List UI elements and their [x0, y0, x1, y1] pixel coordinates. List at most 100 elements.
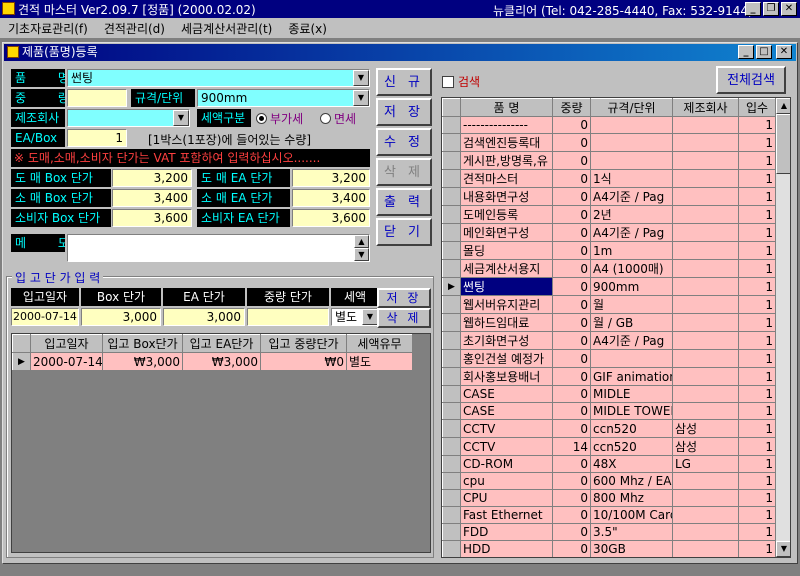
menu-tax-invoice[interactable]: 세금계산서관리(t): [173, 20, 280, 37]
restore-button[interactable]: ❐: [763, 2, 779, 16]
consumer-box-input[interactable]: 3,600: [112, 209, 192, 227]
table-row[interactable]: CD-ROM 0 48X LG 1: [442, 455, 776, 473]
table-row[interactable]: 세금계산서용지 0 A4 (1000매) 1: [442, 259, 776, 278]
table-row[interactable]: HUB05 user 1: [443, 558, 776, 559]
table-row[interactable]: CASE 0 MIDLE 1: [442, 385, 776, 403]
wholesale-ea-input[interactable]: 3,200: [292, 169, 370, 187]
table-row[interactable]: ▶ 썬팅 0 900mm 1: [442, 277, 776, 296]
product-col-name[interactable]: 품 명: [460, 98, 553, 117]
row-selector[interactable]: [442, 151, 461, 170]
spec-combo[interactable]: 900mm ▼: [197, 89, 370, 107]
price-ea-input[interactable]: 3,000: [163, 308, 245, 326]
row-pointer-icon[interactable]: ▶: [442, 277, 461, 296]
table-row[interactable]: 메인화면구성 0 A4기준 / Pag 1: [442, 223, 776, 242]
product-grid[interactable]: 품 명 중량 규격/단위 제조회사 입수 --------------- 0 1 검색…: [441, 97, 791, 558]
price-date-input[interactable]: 2000-07-14: [11, 308, 79, 326]
tax-radio-taxable[interactable]: 부가세: [256, 110, 303, 127]
search-checkbox[interactable]: 검색: [442, 73, 480, 90]
child-minimize-button[interactable]: _: [738, 45, 754, 59]
row-selector[interactable]: [442, 313, 461, 332]
row-selector[interactable]: [442, 241, 461, 260]
table-row[interactable]: HDD 0 30GB 1: [442, 540, 776, 557]
scroll-up-icon[interactable]: ▲: [776, 98, 790, 114]
scroll-thumb[interactable]: [776, 114, 790, 174]
scroll-down-icon[interactable]: ▼: [776, 541, 790, 557]
row-selector[interactable]: [442, 402, 461, 420]
table-row[interactable]: CCTV 0 ccn520 삼성 1: [442, 419, 776, 438]
row-selector[interactable]: [442, 455, 461, 473]
product-col-spec[interactable]: 규격/단위: [590, 98, 673, 117]
tax-radio-exempt[interactable]: 면세: [320, 110, 356, 127]
menu-exit[interactable]: 종료(x): [280, 20, 335, 37]
search-all-button[interactable]: 전체검색: [716, 66, 786, 94]
table-row[interactable]: 검색엔진등록대 0 1: [442, 133, 776, 152]
save-button[interactable]: 저 장: [376, 98, 432, 126]
child-close-button[interactable]: ✕: [776, 45, 792, 59]
table-row[interactable]: 게시판,방명록,유 0 1: [442, 151, 776, 170]
row-selector[interactable]: [442, 472, 461, 490]
menu-estimate[interactable]: 견적관리(d): [96, 20, 173, 37]
table-row[interactable]: 웹서버유지관리 0 월 1: [442, 295, 776, 314]
row-selector[interactable]: [442, 187, 461, 206]
chevron-down-icon[interactable]: ▼: [353, 90, 369, 106]
chevron-down-icon[interactable]: ▼: [173, 110, 189, 126]
close-form-button[interactable]: 닫 기: [376, 218, 432, 246]
new-button[interactable]: 신 규: [376, 68, 432, 96]
row-selector[interactable]: [442, 437, 461, 456]
table-row[interactable]: 도메인등록 0 2년 1: [442, 205, 776, 224]
price-delete-button[interactable]: 삭 제: [377, 308, 431, 328]
table-row[interactable]: 초기화면구성 0 A4기준 / Pag 1: [442, 331, 776, 350]
chevron-down-icon[interactable]: ▼: [362, 309, 378, 325]
row-selector[interactable]: [442, 349, 461, 368]
row-selector[interactable]: [442, 169, 461, 188]
print-button[interactable]: 출 력: [376, 188, 432, 216]
row-selector[interactable]: [442, 419, 461, 438]
row-selector[interactable]: [442, 540, 461, 557]
row-selector[interactable]: [442, 367, 461, 386]
weight-input[interactable]: [67, 89, 127, 107]
consumer-ea-input[interactable]: 3,600: [292, 209, 370, 227]
table-row[interactable]: 회사홍보용배너 0 GIF animation 1: [442, 367, 776, 386]
row-selector[interactable]: [442, 523, 461, 541]
row-selector[interactable]: [442, 506, 461, 524]
row-selector[interactable]: [442, 385, 461, 403]
product-col-qty[interactable]: 입수: [738, 98, 776, 117]
row-selector[interactable]: [442, 259, 461, 278]
row-selector[interactable]: [443, 558, 461, 559]
product-col-weight[interactable]: 중량: [552, 98, 591, 117]
child-maximize-button[interactable]: □: [756, 45, 772, 59]
product-grid-scrollbar[interactable]: ▲ ▼: [775, 98, 790, 557]
wholesale-box-input[interactable]: 3,200: [112, 169, 192, 187]
name-combo[interactable]: 썬팅 ▼: [67, 69, 370, 87]
chevron-down-icon[interactable]: ▼: [353, 70, 369, 86]
table-row[interactable]: FDD 0 3.5" 1: [442, 523, 776, 541]
maker-combo[interactable]: ▼: [67, 109, 190, 127]
table-row[interactable]: cpu 0 600 Mhz / EA 1: [442, 472, 776, 490]
retail-ea-input[interactable]: 3,400: [292, 189, 370, 207]
grid-col-box[interactable]: 입고 Box단가: [102, 334, 183, 353]
retail-box-input[interactable]: 3,400: [112, 189, 192, 207]
price-weight-input[interactable]: [247, 308, 329, 326]
grid-col-ea[interactable]: 입고 EA단가: [182, 334, 261, 353]
product-col-maker[interactable]: 제조회사: [672, 98, 739, 117]
row-selector[interactable]: [442, 331, 461, 350]
table-row[interactable]: CPU 0 800 Mhz 1: [442, 489, 776, 507]
table-row[interactable]: Fast Ethernet 0 10/100M Card 1: [442, 506, 776, 524]
memo-scrollbar[interactable]: ▲ ▼: [354, 235, 369, 261]
table-row[interactable]: CASE 0 MIDLE TOWER 1: [442, 402, 776, 420]
scroll-down-icon[interactable]: ▼: [354, 248, 369, 261]
scroll-up-icon[interactable]: ▲: [354, 235, 369, 248]
row-selector[interactable]: [442, 116, 461, 134]
table-row[interactable]: 내용화면구성 0 A4기준 / Pag 1: [442, 187, 776, 206]
price-tax-combo[interactable]: 별도 ▼: [331, 308, 379, 326]
grid-col-tax[interactable]: 세액유무: [346, 334, 413, 353]
table-row[interactable]: 홍인건설 예정가 0 1: [442, 349, 776, 368]
menu-basic-data[interactable]: 기초자료관리(f): [0, 20, 96, 37]
price-history-grid[interactable]: 입고일자 입고 Box단가 입고 EA단가 입고 중량단가 세액유무 ▶ 200…: [11, 333, 431, 553]
delete-button[interactable]: 삭 제: [376, 158, 432, 186]
table-row[interactable]: 몰딩 0 1m 1: [442, 241, 776, 260]
row-selector[interactable]: [442, 205, 461, 224]
row-selector[interactable]: [442, 295, 461, 314]
close-button[interactable]: ✕: [781, 2, 797, 16]
price-save-button[interactable]: 저 장: [377, 288, 431, 308]
